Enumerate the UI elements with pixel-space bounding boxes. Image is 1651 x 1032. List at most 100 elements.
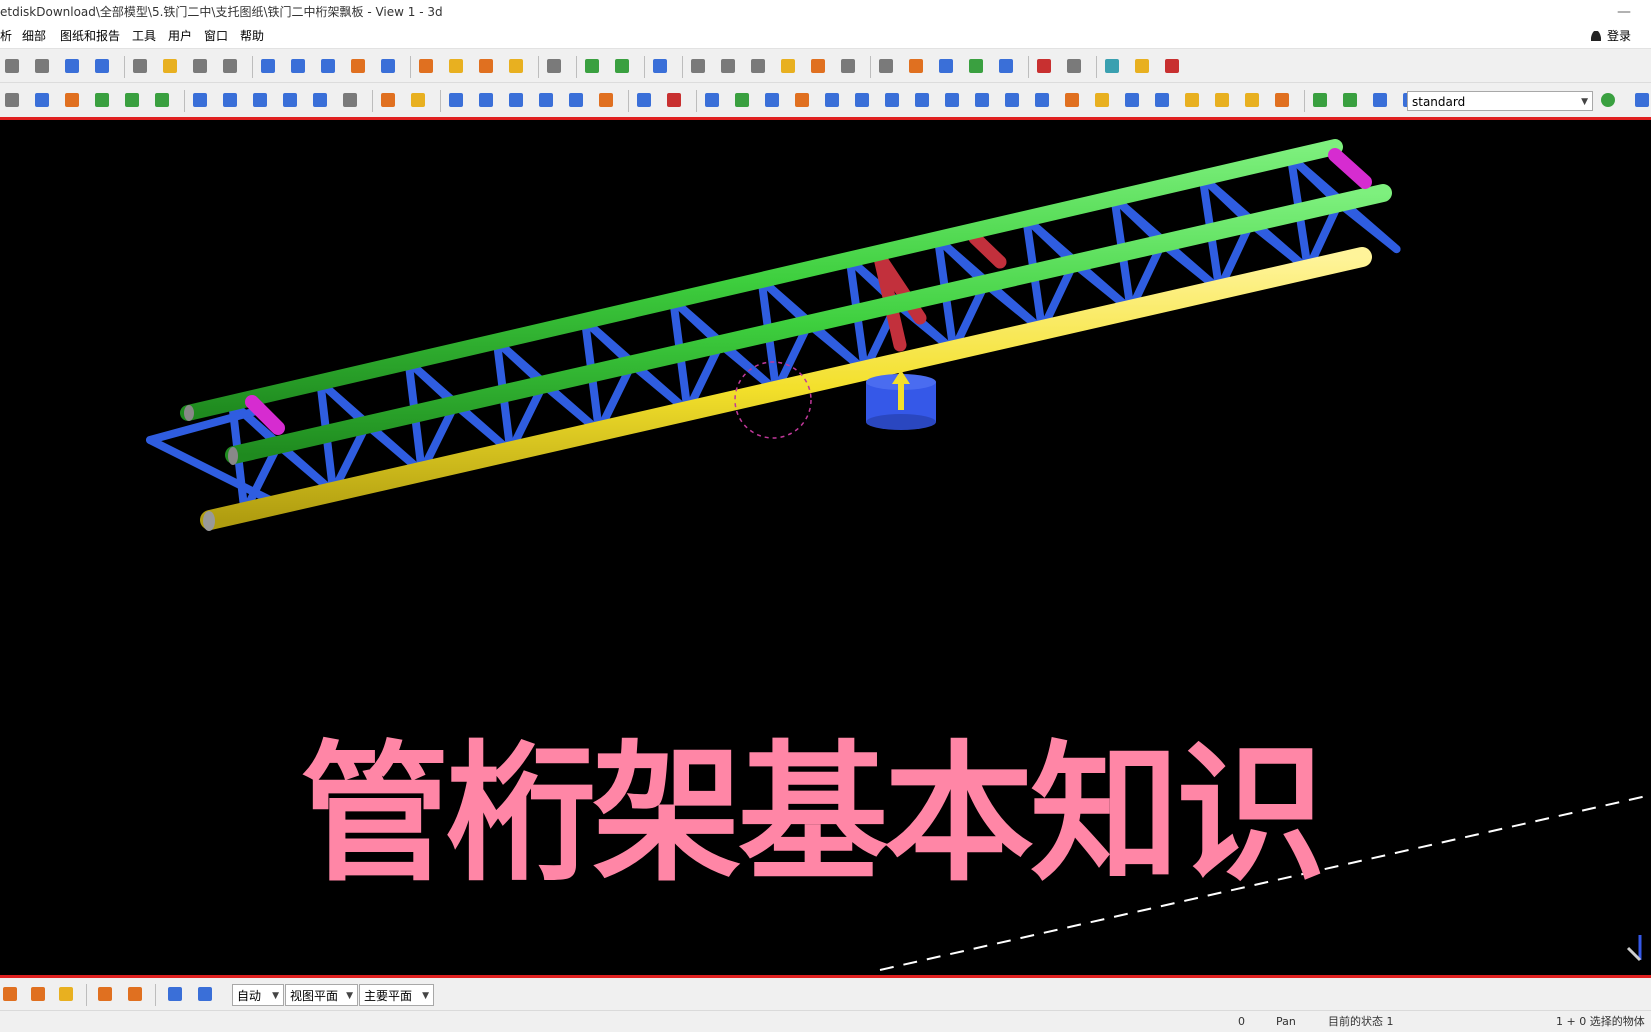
menu-tools[interactable]: 工具	[132, 24, 156, 48]
view-button[interactable]	[1632, 90, 1651, 110]
tool-3-button[interactable]	[62, 56, 82, 76]
tool-36-button[interactable]	[876, 56, 896, 76]
tool-30-button[interactable]	[718, 56, 738, 76]
model-tool-22-button[interactable]	[566, 90, 586, 110]
model-tool-35-button[interactable]	[912, 90, 932, 110]
properties-profile-select[interactable]: standard ▼	[1407, 91, 1593, 111]
tool-32-button[interactable]	[778, 56, 798, 76]
menu-drawings-reports[interactable]: 图纸和报告	[60, 24, 120, 48]
model-tool-19-button[interactable]	[476, 90, 496, 110]
tool-2-button[interactable]	[32, 56, 52, 76]
model-tool-36-button[interactable]	[942, 90, 962, 110]
model-viewport-3d[interactable]: 管桁架基本知识	[0, 120, 1651, 975]
model-tool-18-button[interactable]	[446, 90, 466, 110]
snap-6-button[interactable]	[165, 984, 185, 1004]
object-filter-button[interactable]	[1598, 90, 1618, 110]
main-plane-select[interactable]: 主要平面 ▼	[359, 984, 434, 1006]
model-tool-2-button[interactable]	[32, 90, 52, 110]
model-tool-21-button[interactable]	[536, 90, 556, 110]
model-tool-4-button[interactable]	[92, 90, 112, 110]
menu-window[interactable]: 窗口	[204, 24, 228, 48]
model-tool-39-button[interactable]	[1032, 90, 1052, 110]
tool-29-button[interactable]	[688, 56, 708, 76]
tool-42-button[interactable]	[1034, 56, 1054, 76]
model-tool-29-button[interactable]	[732, 90, 752, 110]
model-tool-12-button[interactable]	[310, 90, 330, 110]
model-tool-9-button[interactable]	[220, 90, 240, 110]
model-tool-45-button[interactable]	[1212, 90, 1232, 110]
model-tool-1-button[interactable]	[2, 90, 22, 110]
tool-31-button[interactable]	[748, 56, 768, 76]
tool-47-button[interactable]	[1162, 56, 1182, 76]
model-tool-43-button[interactable]	[1152, 90, 1172, 110]
model-tool-32-button[interactable]	[822, 90, 842, 110]
tool-12-button[interactable]	[288, 56, 308, 76]
model-tool-47-button[interactable]	[1272, 90, 1292, 110]
model-tool-40-button[interactable]	[1062, 90, 1082, 110]
model-tool-33-button[interactable]	[852, 90, 872, 110]
plane-select[interactable]: 视图平面 ▼	[285, 984, 358, 1006]
tool-25-button[interactable]	[612, 56, 632, 76]
model-tool-42-button[interactable]	[1122, 90, 1142, 110]
menu-help[interactable]: 帮助	[240, 24, 264, 48]
model-tool-16-button[interactable]	[408, 90, 428, 110]
tool-18-button[interactable]	[446, 56, 466, 76]
model-tool-15-button[interactable]	[378, 90, 398, 110]
login-button[interactable]: 登录	[1590, 24, 1631, 48]
tool-33-button[interactable]	[808, 56, 828, 76]
model-tool-38-button[interactable]	[1002, 90, 1022, 110]
tool-7-button[interactable]	[160, 56, 180, 76]
model-tool-20-button[interactable]	[506, 90, 526, 110]
snap-3-button[interactable]	[56, 984, 76, 1004]
tool-20-button[interactable]	[506, 56, 526, 76]
tool-9-button[interactable]	[220, 56, 240, 76]
tool-19-button[interactable]	[476, 56, 496, 76]
snap-1-button[interactable]	[0, 984, 20, 1004]
menu-detailing[interactable]: 细部	[22, 24, 46, 48]
model-tool-8-button[interactable]	[190, 90, 210, 110]
model-tool-5-button[interactable]	[122, 90, 142, 110]
model-tool-13-button[interactable]	[340, 90, 360, 110]
tool-22-button[interactable]	[544, 56, 564, 76]
snap-mode-select[interactable]: 自动 ▼	[232, 984, 284, 1006]
menu-user[interactable]: 用户	[168, 24, 192, 48]
tool-11-button[interactable]	[258, 56, 278, 76]
tool-15-button[interactable]	[378, 56, 398, 76]
model-tool-28-button[interactable]	[702, 90, 722, 110]
model-tool-44-button[interactable]	[1182, 90, 1202, 110]
tool-14-button[interactable]	[348, 56, 368, 76]
tool-43-button[interactable]	[1064, 56, 1084, 76]
tool-37-button[interactable]	[906, 56, 926, 76]
snap-5-button[interactable]	[125, 984, 145, 1004]
tool-8-button[interactable]	[190, 56, 210, 76]
tool-6-button[interactable]	[130, 56, 150, 76]
model-tool-50-button[interactable]	[1340, 90, 1360, 110]
tool-38-button[interactable]	[936, 56, 956, 76]
model-tool-34-button[interactable]	[882, 90, 902, 110]
tool-17-button[interactable]	[416, 56, 436, 76]
tool-40-button[interactable]	[996, 56, 1016, 76]
tool-27-button[interactable]	[650, 56, 670, 76]
tool-4-button[interactable]	[92, 56, 112, 76]
snap-7-button[interactable]	[195, 984, 215, 1004]
model-tool-10-button[interactable]	[250, 90, 270, 110]
tool-34-button[interactable]	[838, 56, 858, 76]
model-tool-23-button[interactable]	[596, 90, 616, 110]
snap-2-button[interactable]	[28, 984, 48, 1004]
model-tool-41-button[interactable]	[1092, 90, 1112, 110]
model-tool-49-button[interactable]	[1310, 90, 1330, 110]
tool-45-button[interactable]	[1102, 56, 1122, 76]
model-tool-51-button[interactable]	[1370, 90, 1390, 110]
model-tool-3-button[interactable]	[62, 90, 82, 110]
tool-13-button[interactable]	[318, 56, 338, 76]
model-tool-26-button[interactable]	[664, 90, 684, 110]
model-tool-30-button[interactable]	[762, 90, 782, 110]
menu-analysis[interactable]: 析	[0, 24, 12, 48]
snap-4-button[interactable]	[95, 984, 115, 1004]
model-tool-11-button[interactable]	[280, 90, 300, 110]
model-tool-25-button[interactable]	[634, 90, 654, 110]
tool-46-button[interactable]	[1132, 56, 1152, 76]
minimize-button[interactable]: —	[1617, 0, 1631, 24]
tool-1-button[interactable]	[2, 56, 22, 76]
model-tool-37-button[interactable]	[972, 90, 992, 110]
